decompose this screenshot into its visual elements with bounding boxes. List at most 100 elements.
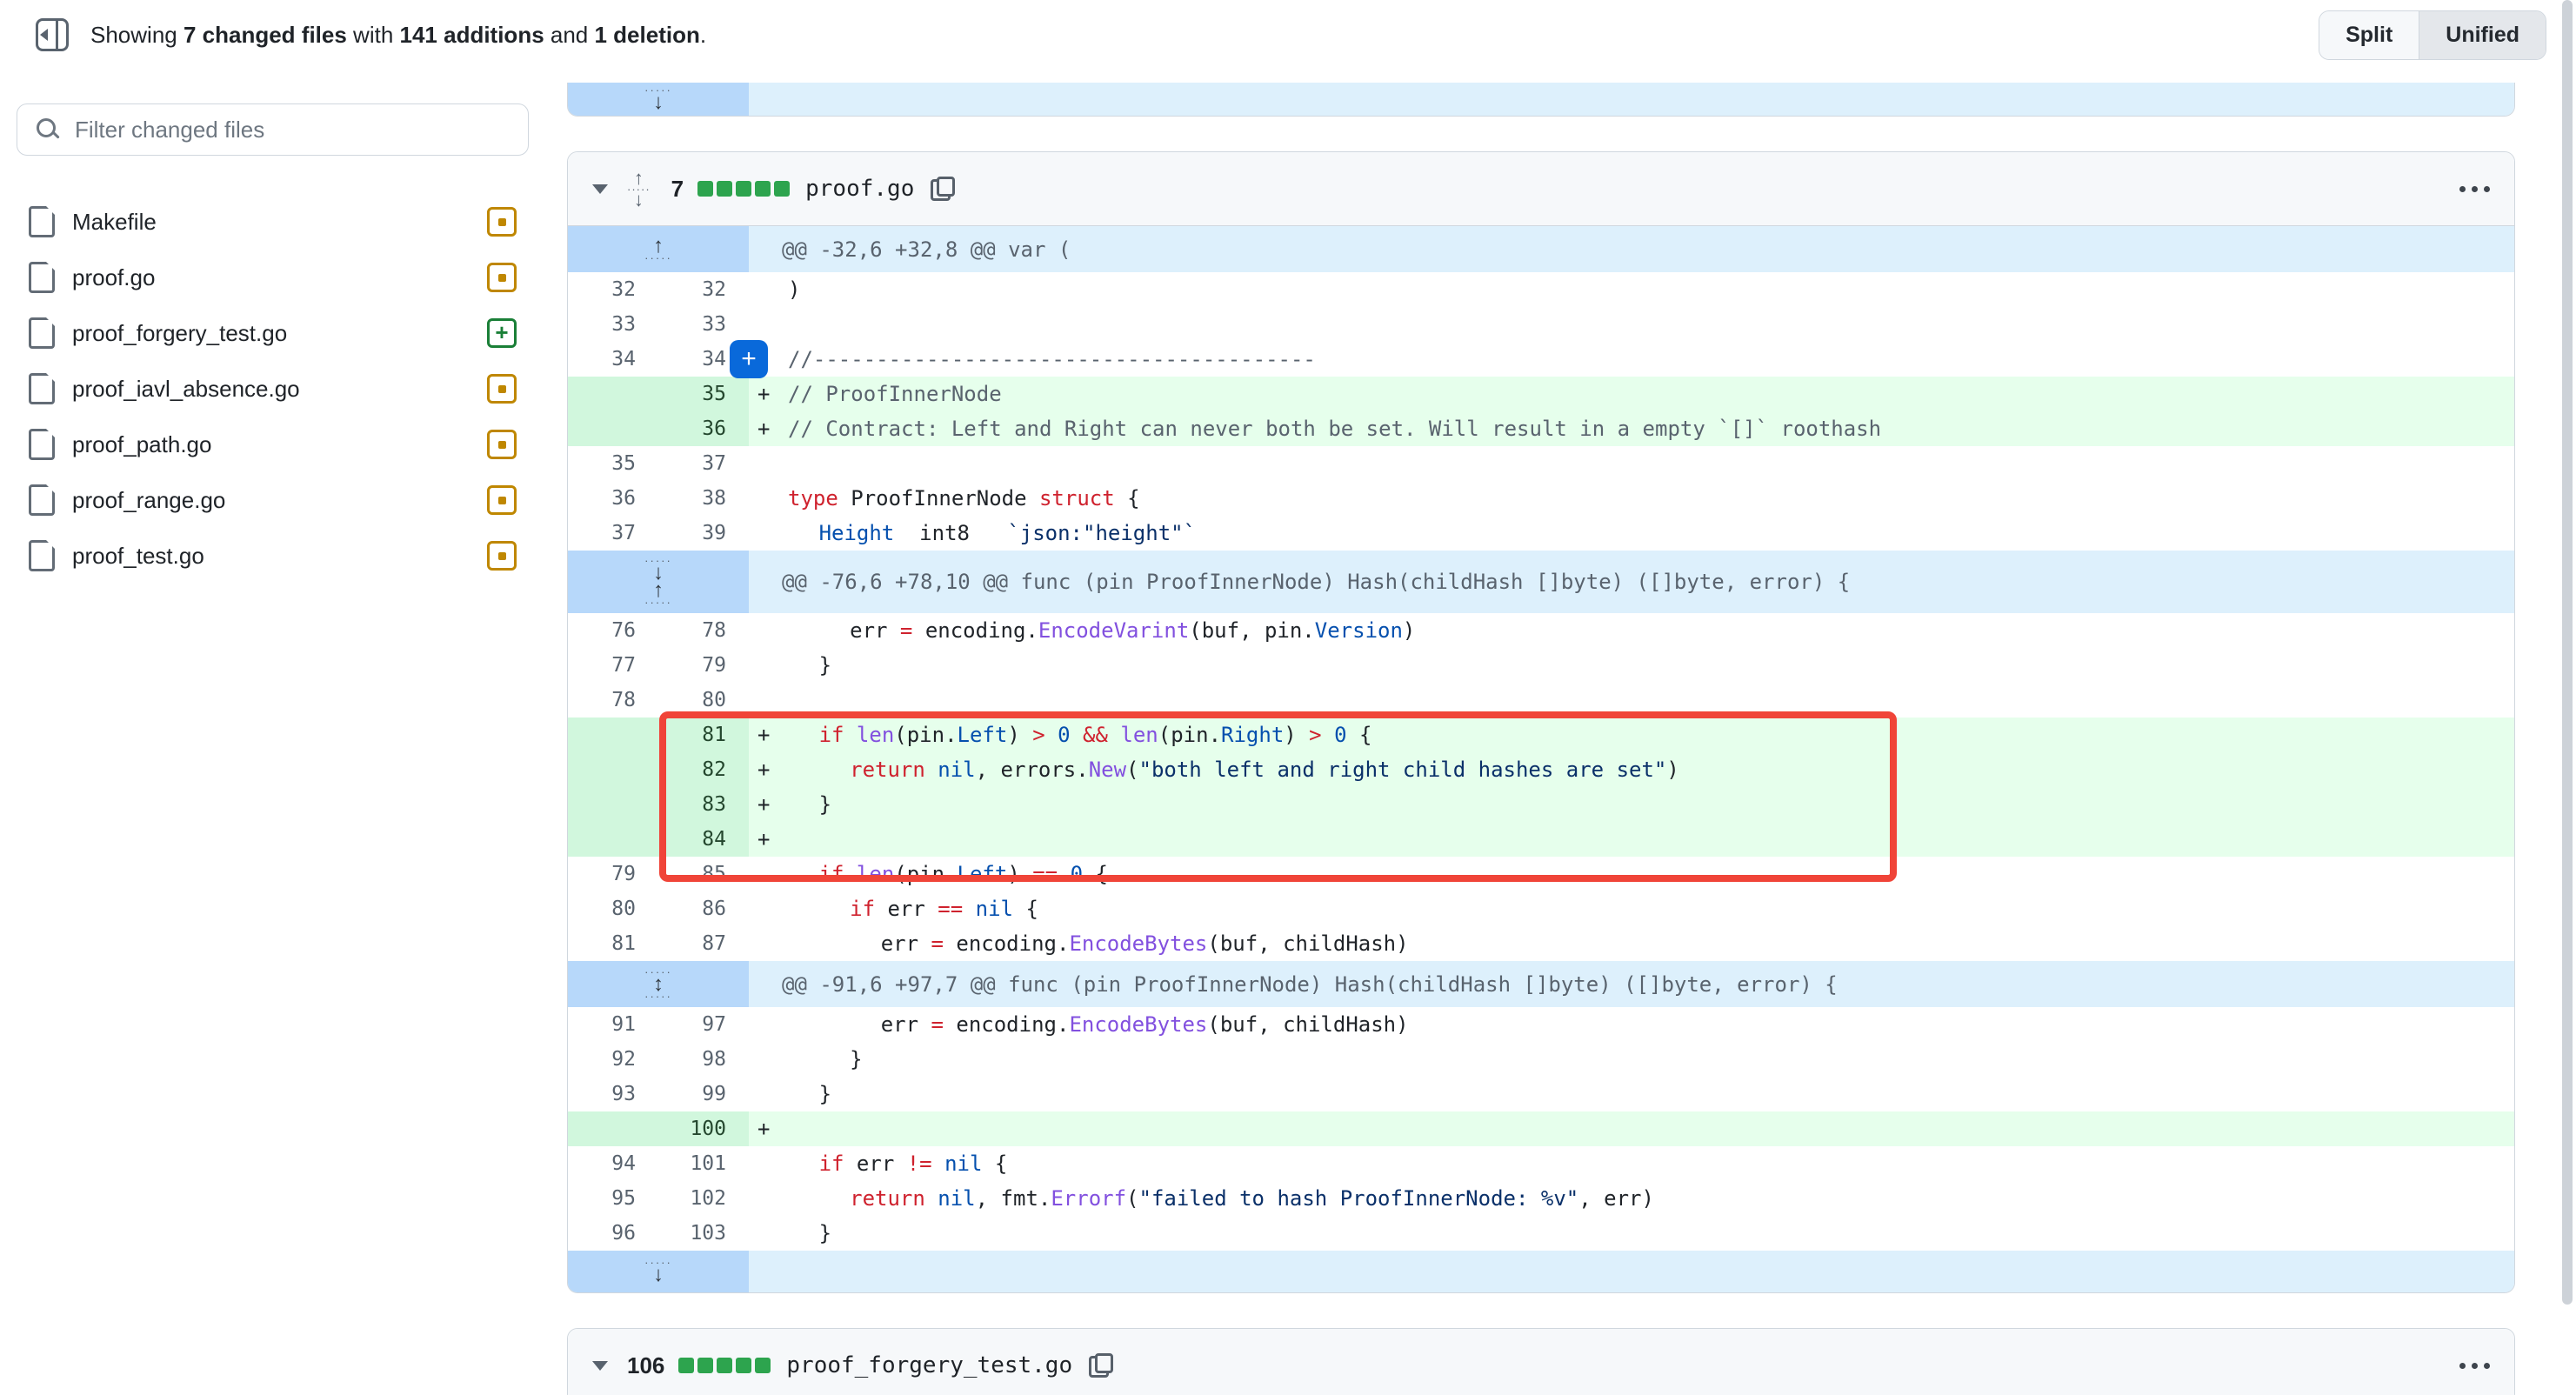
code-line: Height int8 `json:"height"` [788, 521, 1196, 545]
new-line-number[interactable]: 103 [658, 1216, 749, 1251]
chevron-down-icon[interactable] [592, 184, 608, 194]
expand-hunk-button[interactable]: ·····↓↑····· [568, 551, 749, 613]
file-name: proof_iavl_absence.go [72, 376, 300, 403]
code-line: type ProofInnerNode struct { [788, 486, 1140, 511]
added-code-row: 83+ } [568, 787, 2514, 822]
old-line-number[interactable]: 94 [568, 1146, 658, 1181]
old-line-number[interactable] [568, 752, 658, 787]
file-name-link[interactable]: proof_forgery_test.go [786, 1352, 1072, 1378]
code-line: return nil, fmt.Errorf("failed to hash P… [788, 1186, 1654, 1211]
file-name: proof.go [72, 264, 155, 291]
new-line-number[interactable]: 82 [658, 752, 749, 787]
split-view-button[interactable]: Split [2319, 11, 2419, 59]
old-line-number[interactable] [568, 718, 658, 752]
code-cell: if len(pin.Left) == 0 { [749, 857, 2514, 891]
file-tree-item-proof-range-go[interactable]: proof_range.go [17, 472, 529, 528]
old-line-number[interactable] [568, 411, 658, 446]
kebab-menu-icon[interactable] [2459, 1363, 2490, 1369]
old-line-number[interactable]: 96 [568, 1216, 658, 1251]
new-line-number[interactable]: 85 [658, 857, 749, 891]
old-line-number[interactable]: 93 [568, 1077, 658, 1111]
copy-path-icon[interactable] [930, 176, 956, 202]
new-line-number[interactable]: 98 [658, 1042, 749, 1077]
expand-down-button[interactable]: ·····↓ [568, 83, 749, 116]
new-line-number[interactable]: 33 [658, 307, 749, 342]
kebab-menu-icon[interactable] [2459, 186, 2490, 192]
new-line-number[interactable]: 102 [658, 1181, 749, 1216]
new-line-number[interactable]: 81 [658, 718, 749, 752]
old-line-number[interactable]: 92 [568, 1042, 658, 1077]
expand-hunk-button[interactable]: ↑····· [568, 226, 749, 272]
context-code-row: 9399 } [568, 1077, 2514, 1111]
file-tree-item-proof-iavl-absence-go[interactable]: proof_iavl_absence.go [17, 361, 529, 417]
addition-marker: + [757, 718, 770, 752]
chevron-down-icon[interactable] [592, 1361, 608, 1371]
old-line-number[interactable]: 80 [568, 891, 658, 926]
file-tree-item-proof-go[interactable]: proof.go [17, 250, 529, 305]
file-filter-input[interactable] [73, 116, 511, 144]
unified-view-button[interactable]: Unified [2419, 11, 2546, 59]
code-line: err = encoding.EncodeVarint(buf, pin.Ver… [788, 618, 1415, 643]
new-line-number[interactable]: 100 [658, 1111, 749, 1146]
new-line-number[interactable]: 78 [658, 613, 749, 648]
new-line-number[interactable]: 32 [658, 272, 749, 307]
new-line-number[interactable]: 99 [658, 1077, 749, 1111]
old-line-number[interactable] [568, 787, 658, 822]
expand-row-fill [749, 1251, 2514, 1292]
file-tree-item-proof-forgery-test-go[interactable]: proof_forgery_test.go [17, 305, 529, 361]
file-name: proof_path.go [72, 431, 211, 458]
old-line-number[interactable]: 35 [568, 446, 658, 481]
expand-hunk-button[interactable]: ·····↕····· [568, 961, 749, 1007]
added-code-row: 81+ if len(pin.Left) > 0 && len(pin.Righ… [568, 718, 2514, 752]
previous-file-diff-tail: ·····↓ [567, 83, 2515, 117]
old-line-number[interactable]: 77 [568, 648, 658, 683]
old-line-number[interactable]: 32 [568, 272, 658, 307]
new-line-number[interactable]: 87 [658, 926, 749, 961]
new-line-number[interactable]: 38 [658, 481, 749, 516]
old-line-number[interactable]: 33 [568, 307, 658, 342]
old-line-number[interactable] [568, 1111, 658, 1146]
vertical-scrollbar[interactable] [2562, 0, 2573, 1305]
file-name-link[interactable]: proof.go [805, 176, 914, 202]
context-code-row: 94101 if err != nil { [568, 1146, 2514, 1181]
old-line-number[interactable]: 36 [568, 481, 658, 516]
file-tree-item-proof-path-go[interactable]: proof_path.go [17, 417, 529, 472]
new-line-number[interactable]: 39 [658, 516, 749, 551]
add-comment-button[interactable]: + [730, 340, 768, 378]
old-line-number[interactable]: 79 [568, 857, 658, 891]
added-code-row: 100+ [568, 1111, 2514, 1146]
new-line-number[interactable]: 86 [658, 891, 749, 926]
diff-body: ↑·····@@ -32,6 +32,8 @@ var (3232)333334… [568, 226, 2514, 1292]
old-line-number[interactable]: 34 [568, 342, 658, 377]
file-name: proof_forgery_test.go [72, 320, 287, 347]
new-line-number[interactable]: 84 [658, 822, 749, 857]
new-line-number[interactable]: 80 [658, 683, 749, 718]
old-line-number[interactable] [568, 377, 658, 411]
additions-count: 141 additions [400, 22, 544, 48]
old-line-number[interactable] [568, 822, 658, 857]
file-tree-sidebar: Makefile proof.go proof_forgery_test.gopro… [17, 70, 529, 584]
file-tree-toggle-icon[interactable] [33, 16, 71, 54]
copy-path-icon[interactable] [1088, 1352, 1114, 1378]
file-header: ↑·····↓ 7 proof.go [568, 152, 2514, 226]
new-line-number[interactable]: 79 [658, 648, 749, 683]
new-line-number[interactable]: 37 [658, 446, 749, 481]
old-line-number[interactable]: 76 [568, 613, 658, 648]
new-line-number[interactable]: 36 [658, 411, 749, 446]
context-code-row: 7678 err = encoding.EncodeVarint(buf, pi… [568, 613, 2514, 648]
old-line-number[interactable]: 81 [568, 926, 658, 961]
expand-down-button[interactable]: ·····↓ [568, 1251, 749, 1292]
new-line-number[interactable]: 97 [658, 1007, 749, 1042]
old-line-number[interactable]: 37 [568, 516, 658, 551]
file-tree-item-proof-test-go[interactable]: proof_test.go [17, 528, 529, 584]
old-line-number[interactable]: 95 [568, 1181, 658, 1216]
new-line-number[interactable]: 83 [658, 787, 749, 822]
expand-all-icon[interactable]: ↑·····↓ [627, 170, 651, 208]
old-line-number[interactable]: 91 [568, 1007, 658, 1042]
new-line-number[interactable]: 101 [658, 1146, 749, 1181]
file-tree-item-makefile[interactable]: Makefile [17, 194, 529, 250]
new-line-number[interactable]: 35 [658, 377, 749, 411]
old-line-number[interactable]: 78 [568, 683, 658, 718]
code-cell: +// Contract: Left and Right can never b… [749, 411, 2514, 446]
file-filter-box [17, 103, 529, 156]
